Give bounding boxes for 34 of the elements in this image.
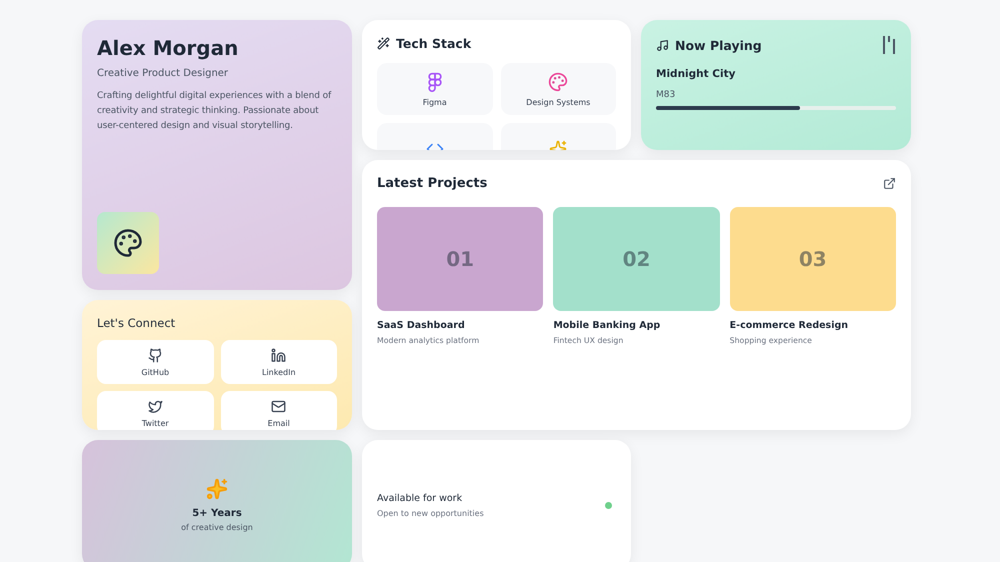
tech-label: Design Systems bbox=[526, 98, 590, 106]
project-title: E-commerce Redesign bbox=[730, 320, 850, 331]
social-link[interactable]: Email bbox=[220, 391, 337, 430]
equalizer-icon bbox=[882, 36, 896, 54]
card-title: Now Playing bbox=[675, 38, 762, 52]
experience-caption: of creative design bbox=[181, 523, 253, 532]
availability-title: Available for work bbox=[377, 492, 464, 504]
profile-name: Alex Morgan bbox=[97, 36, 240, 60]
project-number: 03 bbox=[798, 247, 827, 271]
social-link[interactable]: LinkedIn bbox=[220, 340, 337, 384]
social-link[interactable]: Twitter bbox=[97, 391, 214, 430]
mail-icon bbox=[271, 398, 286, 414]
twitter-icon bbox=[148, 398, 163, 414]
palette-icon bbox=[548, 72, 568, 92]
linkedin-icon bbox=[271, 348, 286, 362]
track-title: Midnight City bbox=[656, 68, 736, 80]
profile-bio: Crafting delightful digital experiences with a blend of creativity and strategic thinking. Passionate about user-centered design and visual storytelling. bbox=[97, 90, 332, 133]
experience-value: 5+ Years bbox=[192, 508, 242, 519]
music-icon bbox=[656, 38, 669, 52]
availability-subtitle: Open to new opportunities bbox=[377, 508, 484, 518]
card-title: Latest Projects bbox=[377, 176, 488, 191]
project-number: 01 bbox=[446, 247, 474, 271]
tech-label: Figma bbox=[422, 98, 447, 106]
project-title: SaaS Dashboard bbox=[377, 320, 466, 331]
external-link-icon[interactable] bbox=[883, 177, 896, 190]
project-title: Mobile Banking App bbox=[553, 320, 662, 331]
github-icon bbox=[148, 348, 163, 362]
card-title: Tech Stack bbox=[396, 36, 472, 51]
project-number: 02 bbox=[622, 247, 650, 271]
track-artist: M83 bbox=[656, 90, 676, 100]
social-link[interactable]: GitHub bbox=[97, 340, 214, 384]
profile-role: Creative Product Designer bbox=[97, 68, 230, 79]
palette-icon bbox=[113, 228, 143, 258]
card-title: Let's Connect bbox=[97, 316, 176, 330]
